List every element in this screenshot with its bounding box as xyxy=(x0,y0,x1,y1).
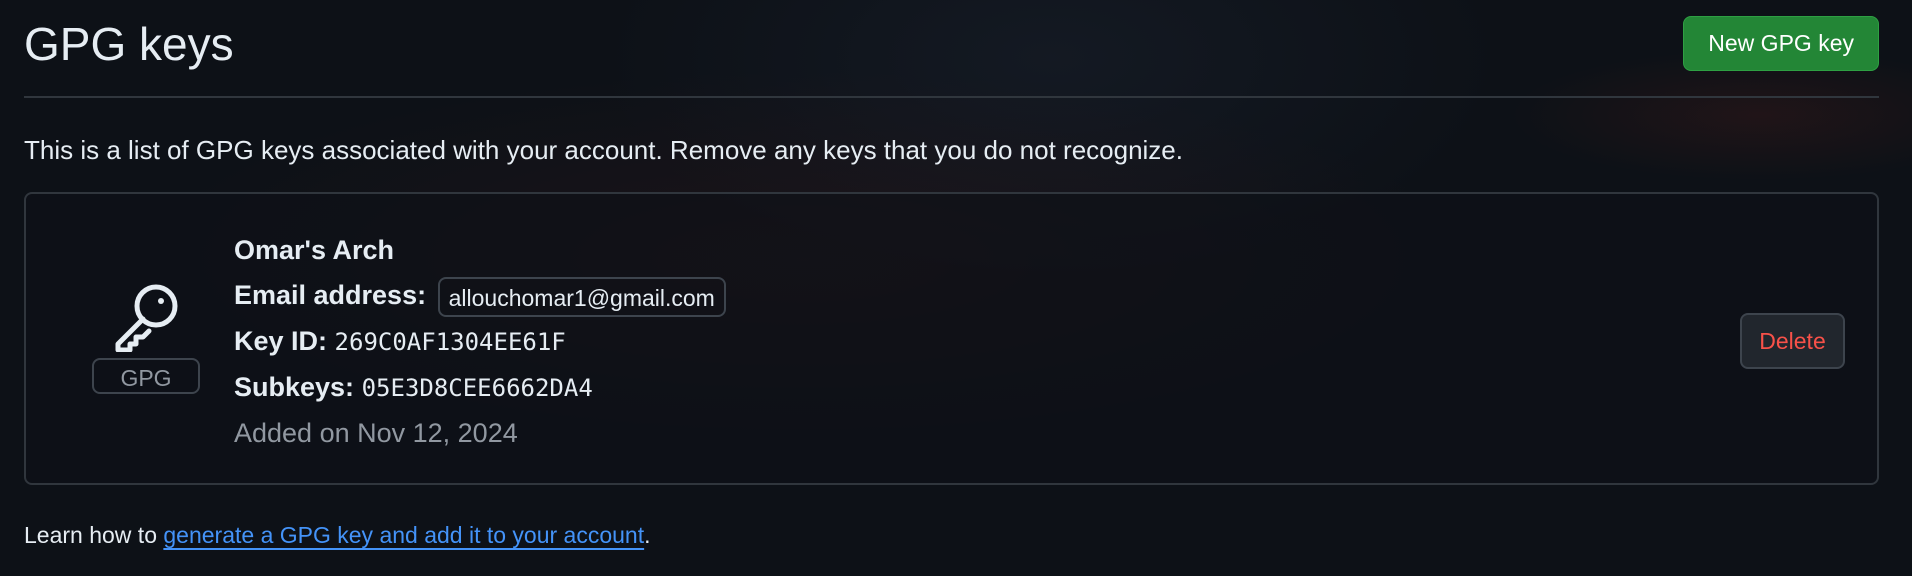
footer-suffix: . xyxy=(644,522,651,548)
key-icon-container: GPG xyxy=(90,282,202,394)
key-title: Omar's Arch xyxy=(234,235,394,265)
page-header: GPG keys New GPG key xyxy=(24,0,1879,98)
footer-prefix: Learn how to xyxy=(24,522,164,548)
key-id-row: Key ID: 269C0AF1304EE61F xyxy=(234,318,726,364)
gpg-key-item: GPG Omar's Arch Email address: allouchom… xyxy=(24,192,1879,485)
email-chip: allouchomar1@gmail.com xyxy=(437,276,726,317)
subkeys-row: Subkeys: 05E3D8CEE6662DA4 xyxy=(234,364,726,410)
subkeys-value: 05E3D8CEE6662DA4 xyxy=(361,374,593,402)
key-id-value: 269C0AF1304EE61F xyxy=(334,328,566,356)
email-label: Email address: xyxy=(234,280,427,310)
new-gpg-key-button[interactable]: New GPG key xyxy=(1683,16,1879,71)
gpg-badge: GPG xyxy=(92,358,200,394)
page-description: This is a list of GPG keys associated wi… xyxy=(24,135,1183,165)
key-icon xyxy=(115,284,178,352)
key-details: Omar's Arch Email address: allouchomar1@… xyxy=(234,228,726,456)
page-title: GPG keys xyxy=(24,18,234,70)
key-id-label: Key ID: xyxy=(234,326,328,356)
footer-help: Learn how to generate a GPG key and add … xyxy=(24,522,651,549)
delete-key-button[interactable]: Delete xyxy=(1740,313,1845,369)
added-date: Added on Nov 12, 2024 xyxy=(234,418,518,448)
subkeys-label: Subkeys: xyxy=(234,372,355,402)
email-row: Email address: allouchomar1@gmail.com xyxy=(234,272,726,318)
generate-gpg-key-link[interactable]: generate a GPG key and add it to your ac… xyxy=(163,522,644,548)
gpg-keys-page: GPG keys New GPG key This is a list of G… xyxy=(0,0,1912,576)
